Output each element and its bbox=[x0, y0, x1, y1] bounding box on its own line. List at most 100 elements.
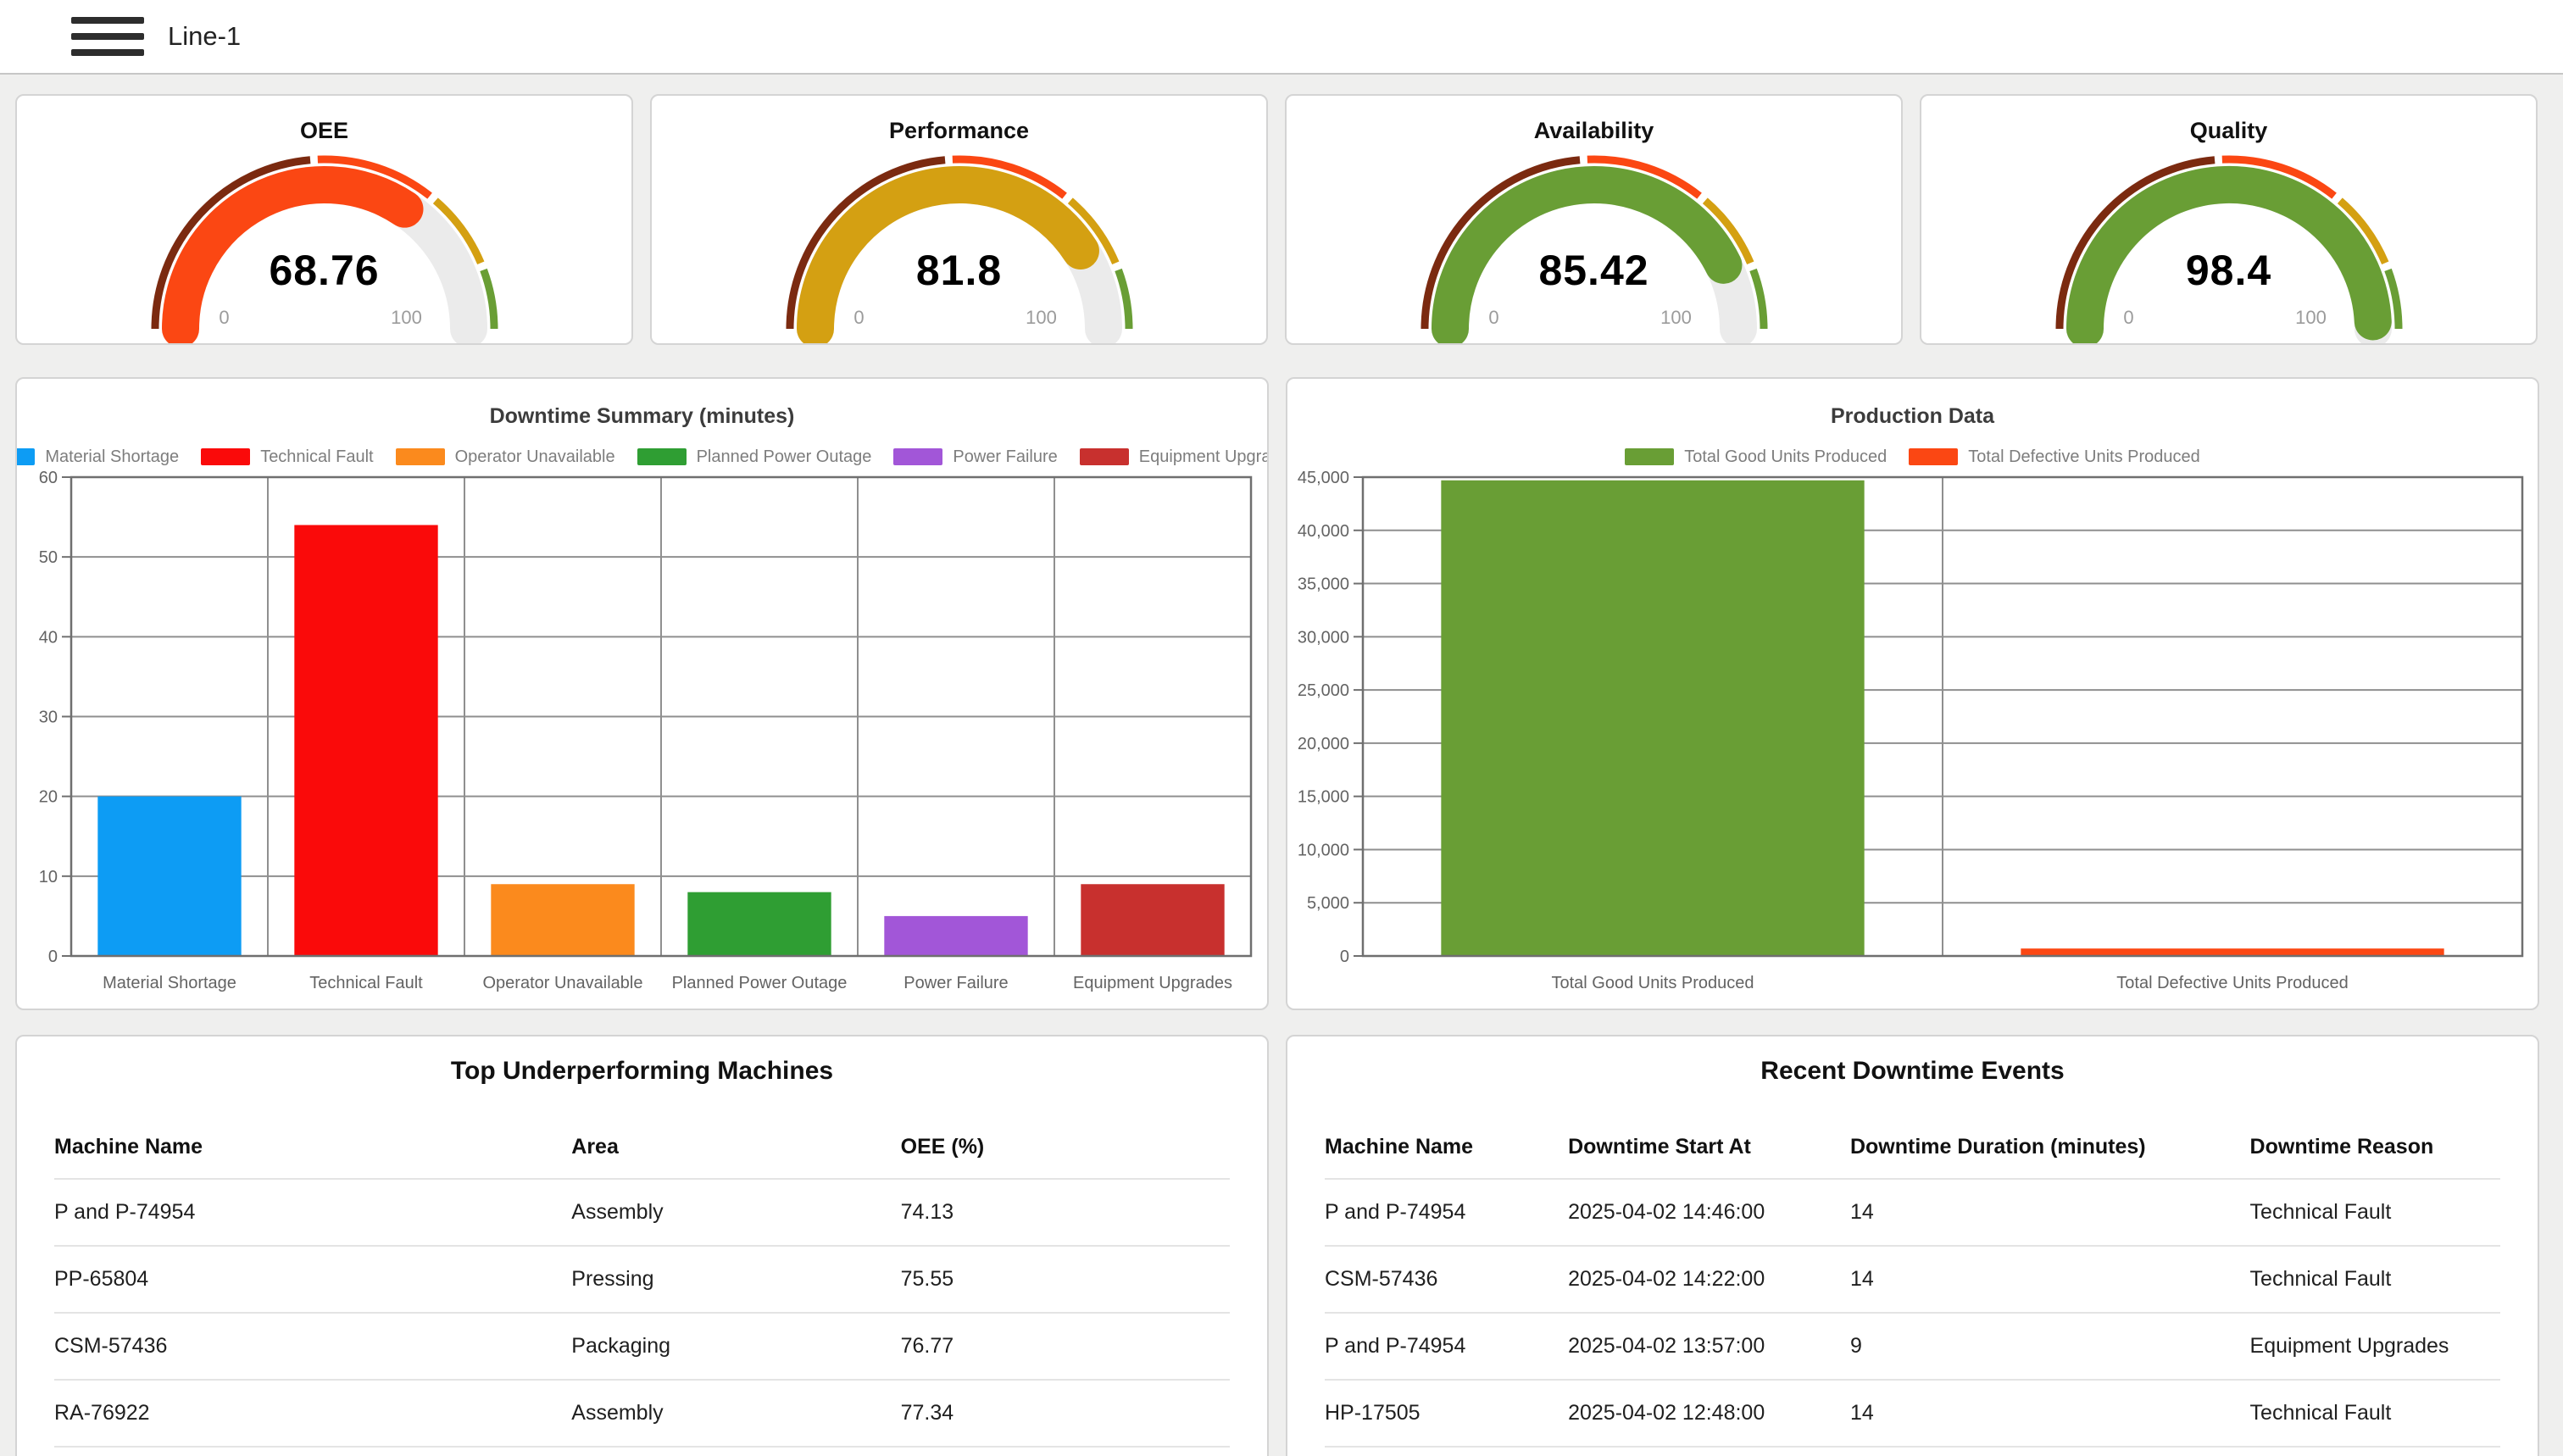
table-cell: P and P-74954 bbox=[54, 1179, 571, 1246]
gauge-min-label: 0 bbox=[821, 307, 898, 329]
chart-legend: Material Shortage Technical Fault Operator… bbox=[17, 446, 1267, 468]
table-row: PP-65804Pressing75.55 bbox=[54, 1246, 1230, 1313]
table-row: RA-76922Assembly77.34 bbox=[54, 1380, 1230, 1447]
x-axis-label: Total Good Units Produced bbox=[1551, 974, 1754, 992]
gauge-card-performance: Performance 81.8 0 100 bbox=[650, 94, 1268, 345]
legend-color-chip bbox=[893, 448, 942, 465]
table-cell: Assembly bbox=[571, 1380, 900, 1447]
bar-material-shortage[interactable] bbox=[97, 797, 241, 956]
gauge-title: Quality bbox=[1921, 118, 2536, 144]
y-tick-label: 30,000 bbox=[1298, 628, 1349, 647]
y-tick-label: 0 bbox=[48, 948, 58, 966]
gauge-min-label: 0 bbox=[1456, 307, 1532, 329]
underperforming-machines-table: Machine NameAreaOEE (%)P and P-74954Asse… bbox=[54, 1115, 1230, 1448]
table-cell: Pressing bbox=[571, 1246, 900, 1313]
page-title: Line-1 bbox=[168, 21, 241, 52]
legend-item[interactable]: Planned Power Outage bbox=[637, 447, 872, 467]
gauge-value: 81.8 bbox=[781, 246, 1137, 295]
menu-icon[interactable] bbox=[71, 16, 144, 57]
legend-label: Operator Unavailable bbox=[455, 447, 615, 467]
table-cell: CSM-57436 bbox=[54, 1313, 571, 1380]
table-cell: 2025-04-02 14:22:00 bbox=[1568, 1246, 1850, 1313]
gauge-value: 98.4 bbox=[2051, 246, 2407, 295]
table-cell: P and P-74954 bbox=[1325, 1313, 1568, 1380]
chart-row: Downtime Summary (minutes) Material Shor… bbox=[15, 377, 2547, 1010]
x-axis-label: Total Defective Units Produced bbox=[2116, 974, 2348, 992]
availability-gauge: 85.42 0 100 bbox=[1416, 146, 1772, 345]
gauge-title: OEE bbox=[17, 118, 631, 144]
table-row: CSM-574362025-04-02 14:22:0014Technical … bbox=[1325, 1246, 2500, 1313]
downtime-summary-chart-card: Downtime Summary (minutes) Material Shor… bbox=[15, 377, 1269, 1010]
bar-equipment-upgrades[interactable] bbox=[1081, 884, 1224, 956]
y-tick-label: 30 bbox=[39, 709, 58, 727]
column-header: Downtime Reason bbox=[2250, 1115, 2500, 1179]
chart-legend: Total Good Units Produced Total Defective… bbox=[1287, 446, 2538, 468]
dashboard-body: OEE 68.76 0 100 Performance 81.8 0 100 A… bbox=[0, 75, 2563, 1456]
production-bar-chart: 05,00010,00015,00020,00025,00030,00035,0… bbox=[1287, 470, 2535, 1010]
bar-technical-fault[interactable] bbox=[294, 525, 437, 957]
gauge-row: OEE 68.76 0 100 Performance 81.8 0 100 A… bbox=[15, 94, 2547, 345]
table-cell: Assembly bbox=[571, 1179, 900, 1246]
y-tick-label: 10 bbox=[39, 868, 58, 886]
bar-planned-power-outage[interactable] bbox=[687, 892, 831, 956]
table-cell: Technical Fault bbox=[2250, 1246, 2500, 1313]
legend-item[interactable]: Total Good Units Produced bbox=[1625, 447, 1887, 467]
legend-label: Total Defective Units Produced bbox=[1968, 447, 2199, 467]
gauge-value: 85.42 bbox=[1416, 246, 1772, 295]
table-cell: RA-76922 bbox=[54, 1380, 571, 1447]
table-cell: CSM-57436 bbox=[1325, 1246, 1568, 1313]
table-header-row: Machine NameAreaOEE (%) bbox=[54, 1115, 1230, 1179]
column-header: Downtime Duration (minutes) bbox=[1850, 1115, 2250, 1179]
gauge-max-label: 100 bbox=[369, 307, 445, 329]
bar-total-good-units-produced[interactable] bbox=[1441, 481, 1864, 956]
table-cell: Technical Fault bbox=[2250, 1179, 2500, 1246]
bar-power-failure[interactable] bbox=[884, 916, 1027, 956]
legend-item[interactable]: Total Defective Units Produced bbox=[1909, 447, 2199, 467]
x-axis-label: Equipment Upgrades bbox=[1073, 974, 1232, 992]
legend-color-chip bbox=[15, 448, 35, 465]
gauge-card-quality: Quality 98.4 0 100 bbox=[1920, 94, 2538, 345]
gauge-card-oee: OEE 68.76 0 100 bbox=[15, 94, 633, 345]
x-axis-label: Technical Fault bbox=[309, 974, 423, 992]
legend-item[interactable]: Operator Unavailable bbox=[396, 447, 615, 467]
chart-title: Production Data bbox=[1287, 404, 2538, 429]
table-row: P and P-749542025-04-02 14:46:0014Techni… bbox=[1325, 1179, 2500, 1246]
legend-item[interactable]: Material Shortage bbox=[15, 447, 179, 467]
y-tick-label: 20 bbox=[39, 788, 58, 807]
gauge-title: Availability bbox=[1287, 118, 1901, 144]
top-bar: Line-1 bbox=[0, 0, 2563, 75]
column-header: Downtime Start At bbox=[1568, 1115, 1850, 1179]
legend-color-chip bbox=[1080, 448, 1129, 465]
downtime-bar-chart: 0102030405060Material ShortageTechnical … bbox=[17, 470, 1265, 1010]
production-data-chart-card: Production Data Total Good Units Produce… bbox=[1286, 377, 2539, 1010]
legend-label: Equipment Upgrades bbox=[1139, 447, 1269, 467]
downtime-events-table: Machine NameDowntime Start AtDowntime Du… bbox=[1325, 1115, 2500, 1448]
performance-gauge: 81.8 0 100 bbox=[781, 146, 1137, 345]
column-header: OEE (%) bbox=[901, 1115, 1230, 1179]
legend-item[interactable]: Equipment Upgrades bbox=[1080, 447, 1269, 467]
legend-color-chip bbox=[396, 448, 445, 465]
table-title: Recent Downtime Events bbox=[1325, 1057, 2500, 1086]
table-row: CSM-57436Packaging76.77 bbox=[54, 1313, 1230, 1380]
table-cell: Technical Fault bbox=[2250, 1380, 2500, 1447]
legend-item[interactable]: Technical Fault bbox=[201, 447, 373, 467]
column-header: Machine Name bbox=[1325, 1115, 1568, 1179]
gauge-min-label: 0 bbox=[186, 307, 263, 329]
legend-item[interactable]: Power Failure bbox=[893, 447, 1057, 467]
legend-label: Planned Power Outage bbox=[697, 447, 872, 467]
table-cell: 2025-04-02 14:46:00 bbox=[1568, 1179, 1850, 1246]
table-row: P and P-749542025-04-02 13:57:009Equipme… bbox=[1325, 1313, 2500, 1380]
table-cell: Equipment Upgrades bbox=[2250, 1313, 2500, 1380]
table-row: HP-175052025-04-02 12:48:0014Technical F… bbox=[1325, 1380, 2500, 1447]
y-tick-label: 35,000 bbox=[1298, 575, 1349, 594]
table-cell: 14 bbox=[1850, 1246, 2250, 1313]
table-cell: 75.55 bbox=[901, 1246, 1230, 1313]
bar-operator-unavailable[interactable] bbox=[491, 884, 634, 956]
quality-gauge: 98.4 0 100 bbox=[2051, 146, 2407, 345]
table-cell: Packaging bbox=[571, 1313, 900, 1380]
legend-label: Technical Fault bbox=[260, 447, 373, 467]
gauge-max-label: 100 bbox=[2273, 307, 2349, 329]
gauge-max-label: 100 bbox=[1638, 307, 1715, 329]
bar-total-defective-units-produced[interactable] bbox=[2021, 948, 2443, 956]
legend-color-chip bbox=[1625, 448, 1674, 465]
